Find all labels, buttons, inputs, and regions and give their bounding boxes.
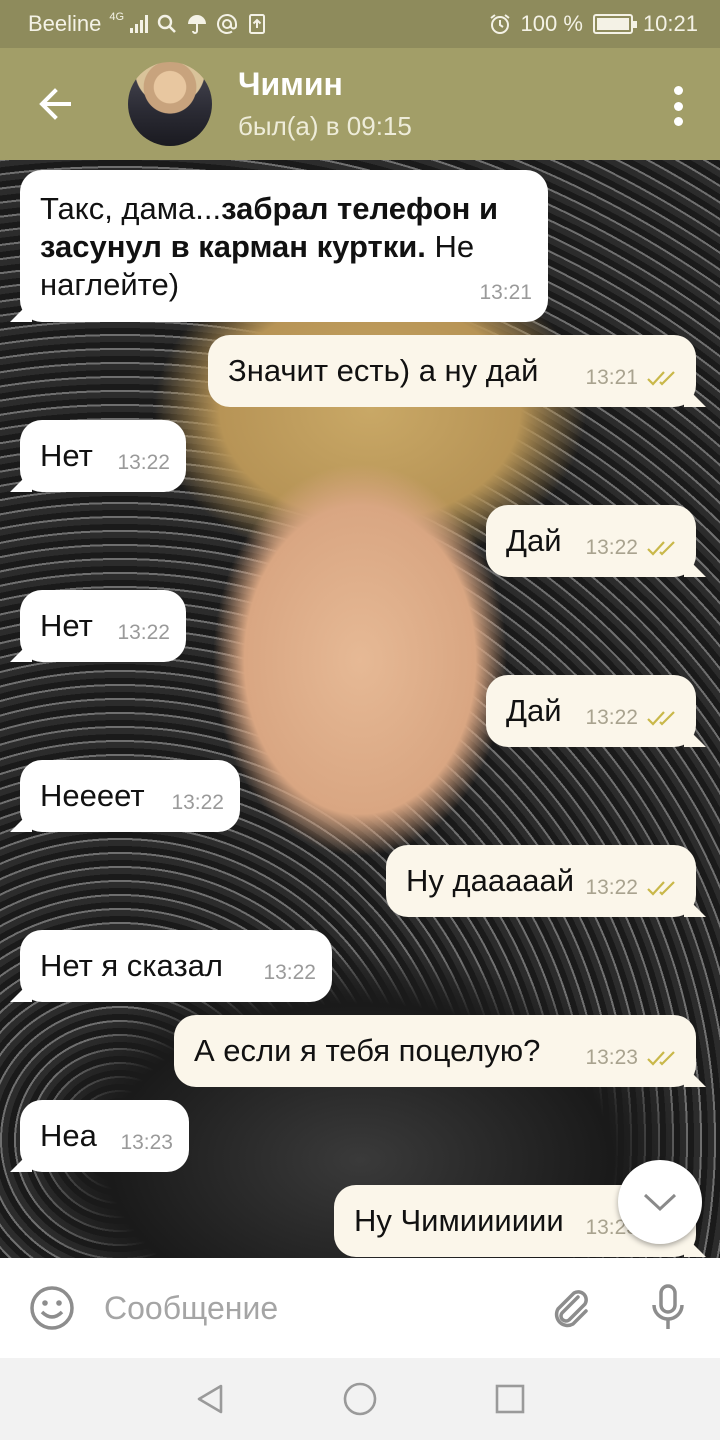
message-bubble[interactable]: Значит есть) а ну дай 13:21: [208, 335, 696, 407]
arrow-left-icon: [39, 88, 71, 120]
chat-header: Чимин был(а) в 09:15: [0, 48, 720, 160]
double-check-icon: [647, 881, 675, 896]
message-bubble[interactable]: Нет я сказал 13:22: [20, 930, 332, 1002]
message-text: Значит есть) а ну дай: [228, 353, 539, 388]
clock: 10:21: [642, 11, 698, 36]
message-bubble[interactable]: Нет 13:22: [20, 420, 186, 492]
message-time: 13:22: [117, 451, 170, 474]
message-text: Неа: [40, 1118, 97, 1153]
more-vertical-icon: [673, 86, 683, 95]
message-time: 13:22: [585, 699, 680, 737]
contact-info[interactable]: Чимин был(а) в 09:15: [238, 66, 412, 142]
more-menu-button[interactable]: [672, 86, 684, 126]
double-check-icon: [647, 371, 675, 386]
chat-area[interactable]: Такс, дама...забрал телефон и засунул в …: [0, 160, 720, 1258]
double-check-icon: [647, 541, 675, 556]
message-time: 13:22: [117, 621, 170, 644]
avatar[interactable]: [128, 62, 212, 146]
nav-recents-button[interactable]: [435, 1383, 585, 1415]
message-text: Дай: [506, 523, 562, 558]
message-time: 13:21: [479, 281, 532, 304]
message-text: Нет: [40, 608, 93, 643]
message-time: 13:21: [585, 359, 680, 397]
signal-icon: [130, 15, 149, 33]
smiley-icon: [30, 1286, 74, 1330]
circle-home-icon: [343, 1382, 377, 1416]
last-seen: был(а) в 09:15: [238, 111, 412, 141]
back-button[interactable]: [0, 48, 110, 160]
message-text: Такс, дама...забрал телефон и засунул в …: [40, 191, 499, 302]
chevron-down-icon: [643, 1193, 677, 1212]
square-recents-icon: [495, 1384, 525, 1414]
scroll-to-bottom-button[interactable]: [618, 1160, 702, 1244]
message-bubble[interactable]: Такс, дама...забрал телефон и засунул в …: [20, 170, 548, 322]
message-input-bar: Сообщение: [0, 1258, 720, 1358]
message-bubble[interactable]: Нет 13:22: [20, 590, 186, 662]
at-sign-icon: [217, 14, 238, 34]
message-text: Дай: [506, 693, 562, 728]
alarm-icon: [489, 14, 510, 34]
message-bubble[interactable]: Ну дааааай 13:22: [386, 845, 696, 917]
message-text: Ну Чимииииии: [354, 1203, 564, 1238]
paperclip-icon: [554, 1290, 588, 1328]
microphone-icon: [652, 1284, 684, 1329]
nav-back-button[interactable]: [135, 1382, 285, 1416]
emoji-button[interactable]: [0, 1284, 104, 1332]
message-time: 13:22: [263, 961, 316, 984]
message-bubble[interactable]: А если я тебя поцелую? 13:23: [174, 1015, 696, 1087]
nav-home-button[interactable]: [285, 1381, 435, 1417]
attach-button[interactable]: [526, 1285, 616, 1331]
microphone-button[interactable]: [616, 1283, 720, 1333]
message-text: А если я тебя поцелую?: [194, 1033, 541, 1068]
message-text: Неееет: [40, 778, 145, 813]
message-bubble[interactable]: Дай 13:22: [486, 675, 696, 747]
message-text: Нет я сказал: [40, 948, 223, 983]
message-bubble[interactable]: Неееет 13:22: [20, 760, 240, 832]
message-text: Ну дааааай: [406, 863, 575, 898]
search-icon: [157, 14, 176, 33]
status-bar: Beeline 4G 100 % 10:21: [0, 0, 720, 48]
umbrella-icon: [188, 15, 207, 34]
message-bubble[interactable]: Дай 13:22: [486, 505, 696, 577]
triangle-back-icon: [197, 1384, 223, 1414]
message-input[interactable]: Сообщение: [104, 1290, 526, 1327]
battery-percent: 100 %: [520, 11, 583, 36]
message-time: 13:22: [585, 529, 680, 567]
message-text: Нет: [40, 438, 93, 473]
upload-icon: [249, 14, 266, 34]
message-bubble[interactable]: Неа 13:23: [20, 1100, 189, 1172]
message-time: 13:22: [171, 791, 224, 814]
message-time: 13:23: [120, 1131, 173, 1154]
double-check-icon: [647, 711, 675, 726]
carrier-name: Beeline: [28, 11, 102, 36]
contact-name: Чимин: [238, 66, 343, 102]
battery-icon: [592, 14, 637, 34]
system-navigation-bar: [0, 1358, 720, 1440]
message-time: 13:23: [585, 1039, 680, 1077]
message-time: 13:22: [585, 869, 680, 907]
double-check-icon: [647, 1051, 675, 1066]
network-type: 4G: [109, 11, 125, 23]
